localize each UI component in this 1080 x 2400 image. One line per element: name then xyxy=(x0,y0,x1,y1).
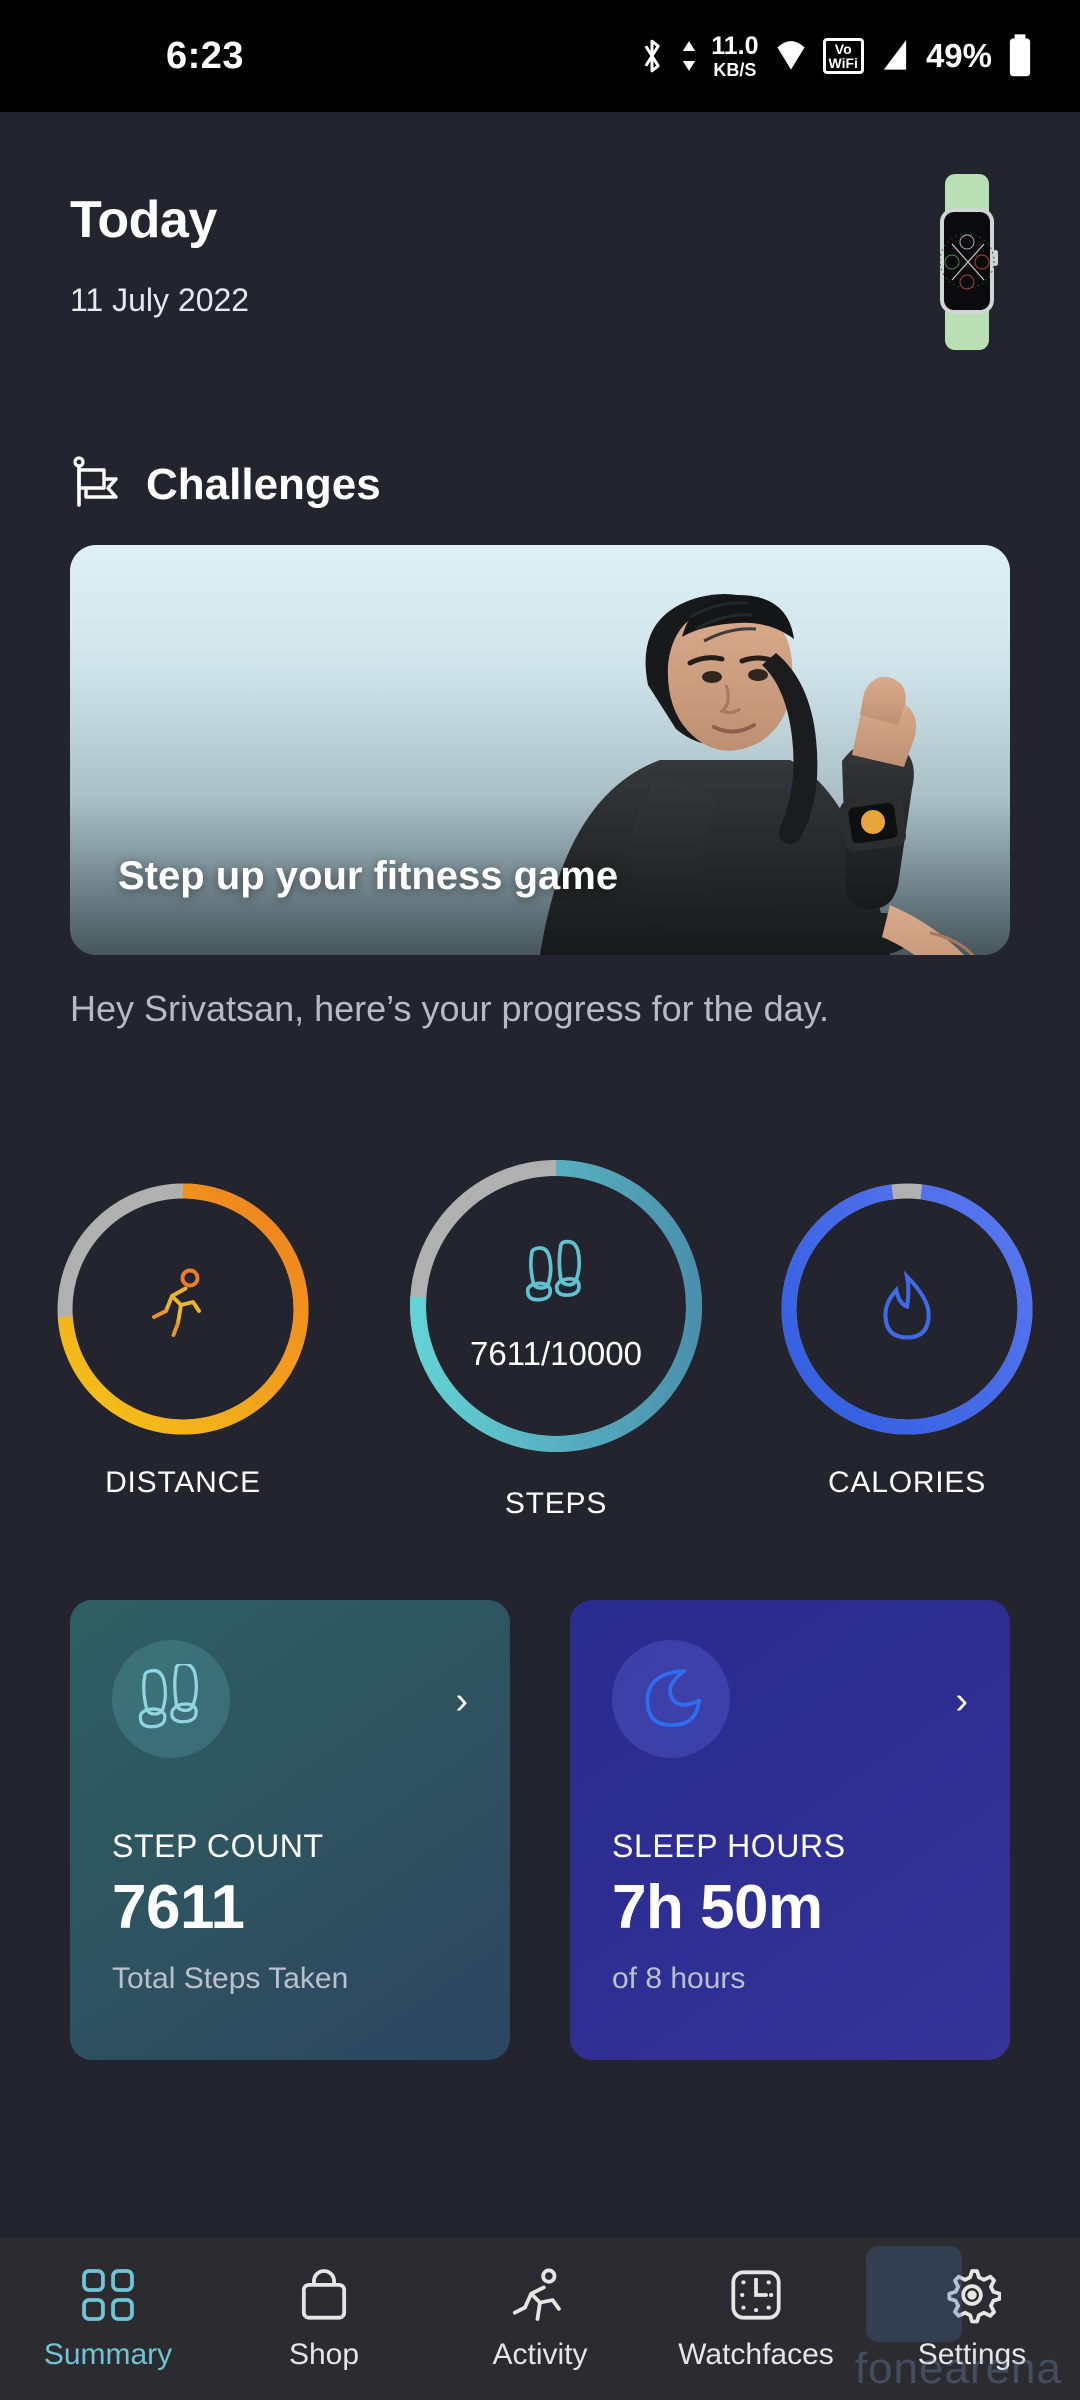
data-transfer-icon xyxy=(681,35,697,77)
sleep-hours-sub: of 8 hours xyxy=(612,1962,746,1995)
bag-icon xyxy=(301,2269,347,2320)
footprints-icon xyxy=(138,1664,198,1729)
page-header: Today 11 July 2022 xyxy=(0,112,1080,362)
nav-item-watchfaces[interactable]: Watchfaces xyxy=(648,2266,864,2372)
watermark-badge xyxy=(866,2246,962,2342)
challenge-banner-card[interactable]: Step up your fitness game xyxy=(70,545,1010,955)
page-date: 11 July 2022 xyxy=(70,282,250,318)
card-chevron-icon[interactable]: › xyxy=(955,1682,968,1720)
challenges-header: Challenges xyxy=(70,455,381,514)
steps-ring[interactable]: 7611/10000 STEPS xyxy=(400,1150,712,1520)
progress-rings-row: DISTANCE 7611/10000 STEPS CALORIES xyxy=(0,1150,1080,1550)
greeting-text: Hey Srivatsan, here’s your progress for … xyxy=(70,988,830,1029)
steps-ring-label: STEPS xyxy=(504,1487,608,1520)
cellular-signal-icon xyxy=(878,35,912,77)
sleep-hours-value: 7h 50m xyxy=(612,1873,823,1942)
nav-label-activity: Activity xyxy=(492,2338,588,2371)
network-speed-unit: KB/S xyxy=(713,59,757,80)
network-speed-value: 11.0 xyxy=(711,31,759,60)
page-title: Today xyxy=(70,191,217,249)
step-count-card[interactable]: › STEP COUNT 7611 Total Steps Taken xyxy=(70,1600,510,2060)
distance-ring[interactable]: DISTANCE xyxy=(48,1174,318,1499)
vowifi-line2: WiFi xyxy=(828,55,858,71)
nav-label-settings: Settings xyxy=(917,2338,1027,2371)
step-count-sub: Total Steps Taken xyxy=(112,1962,349,1995)
challenges-title: Challenges xyxy=(146,459,381,509)
moon-icon xyxy=(645,1669,701,1727)
grid-icon xyxy=(82,2269,134,2321)
vowifi-line1: Vo xyxy=(834,41,852,57)
battery-percent: 49% xyxy=(925,37,992,74)
clock-icon xyxy=(731,2270,781,2320)
status-icons: 11.0 KB/S Vo WiFi 49% xyxy=(637,33,1034,79)
calories-ring[interactable]: CALORIES xyxy=(772,1174,1042,1499)
flag-icon xyxy=(70,455,120,514)
nav-item-activity[interactable]: Activity xyxy=(432,2266,648,2372)
bottom-navigation: Summary Shop Activity Watchfaces Setting… xyxy=(0,2238,1080,2400)
sleep-hours-card[interactable]: › SLEEP HOURS 7h 50m of 8 hours xyxy=(570,1600,1010,2060)
nav-label-watchfaces: Watchfaces xyxy=(678,2338,834,2371)
app-screen: 6:23 11.0 KB/S Vo WiFi 49% Today 11 July… xyxy=(0,0,1080,2400)
runner-icon xyxy=(512,2268,561,2321)
steps-ring-value: 7611/10000 xyxy=(470,1335,642,1372)
wifi-icon xyxy=(773,35,809,77)
bluetooth-icon xyxy=(637,35,667,77)
step-count-label: STEP COUNT xyxy=(112,1828,324,1864)
distance-ring-label: DISTANCE xyxy=(105,1466,261,1499)
calories-ring-label: CALORIES xyxy=(827,1466,987,1499)
nav-item-summary[interactable]: Summary xyxy=(0,2266,216,2372)
nav-label-shop: Shop xyxy=(288,2338,360,2371)
status-bar: 6:23 11.0 KB/S Vo WiFi 49% xyxy=(0,0,1080,112)
network-speed: 11.0 KB/S xyxy=(711,31,759,80)
status-time: 6:23 xyxy=(166,34,245,77)
nav-item-shop[interactable]: Shop xyxy=(216,2266,432,2372)
card-chevron-icon[interactable]: › xyxy=(455,1682,468,1720)
banner-title: Step up your fitness game xyxy=(118,854,619,898)
smartwatch-device-image[interactable] xyxy=(912,172,1022,352)
sleep-hours-label: SLEEP HOURS xyxy=(612,1828,846,1864)
vowifi-icon: Vo WiFi xyxy=(822,38,864,74)
nav-label-summary: Summary xyxy=(43,2338,173,2371)
step-count-value: 7611 xyxy=(112,1873,245,1942)
battery-icon xyxy=(1006,33,1034,79)
